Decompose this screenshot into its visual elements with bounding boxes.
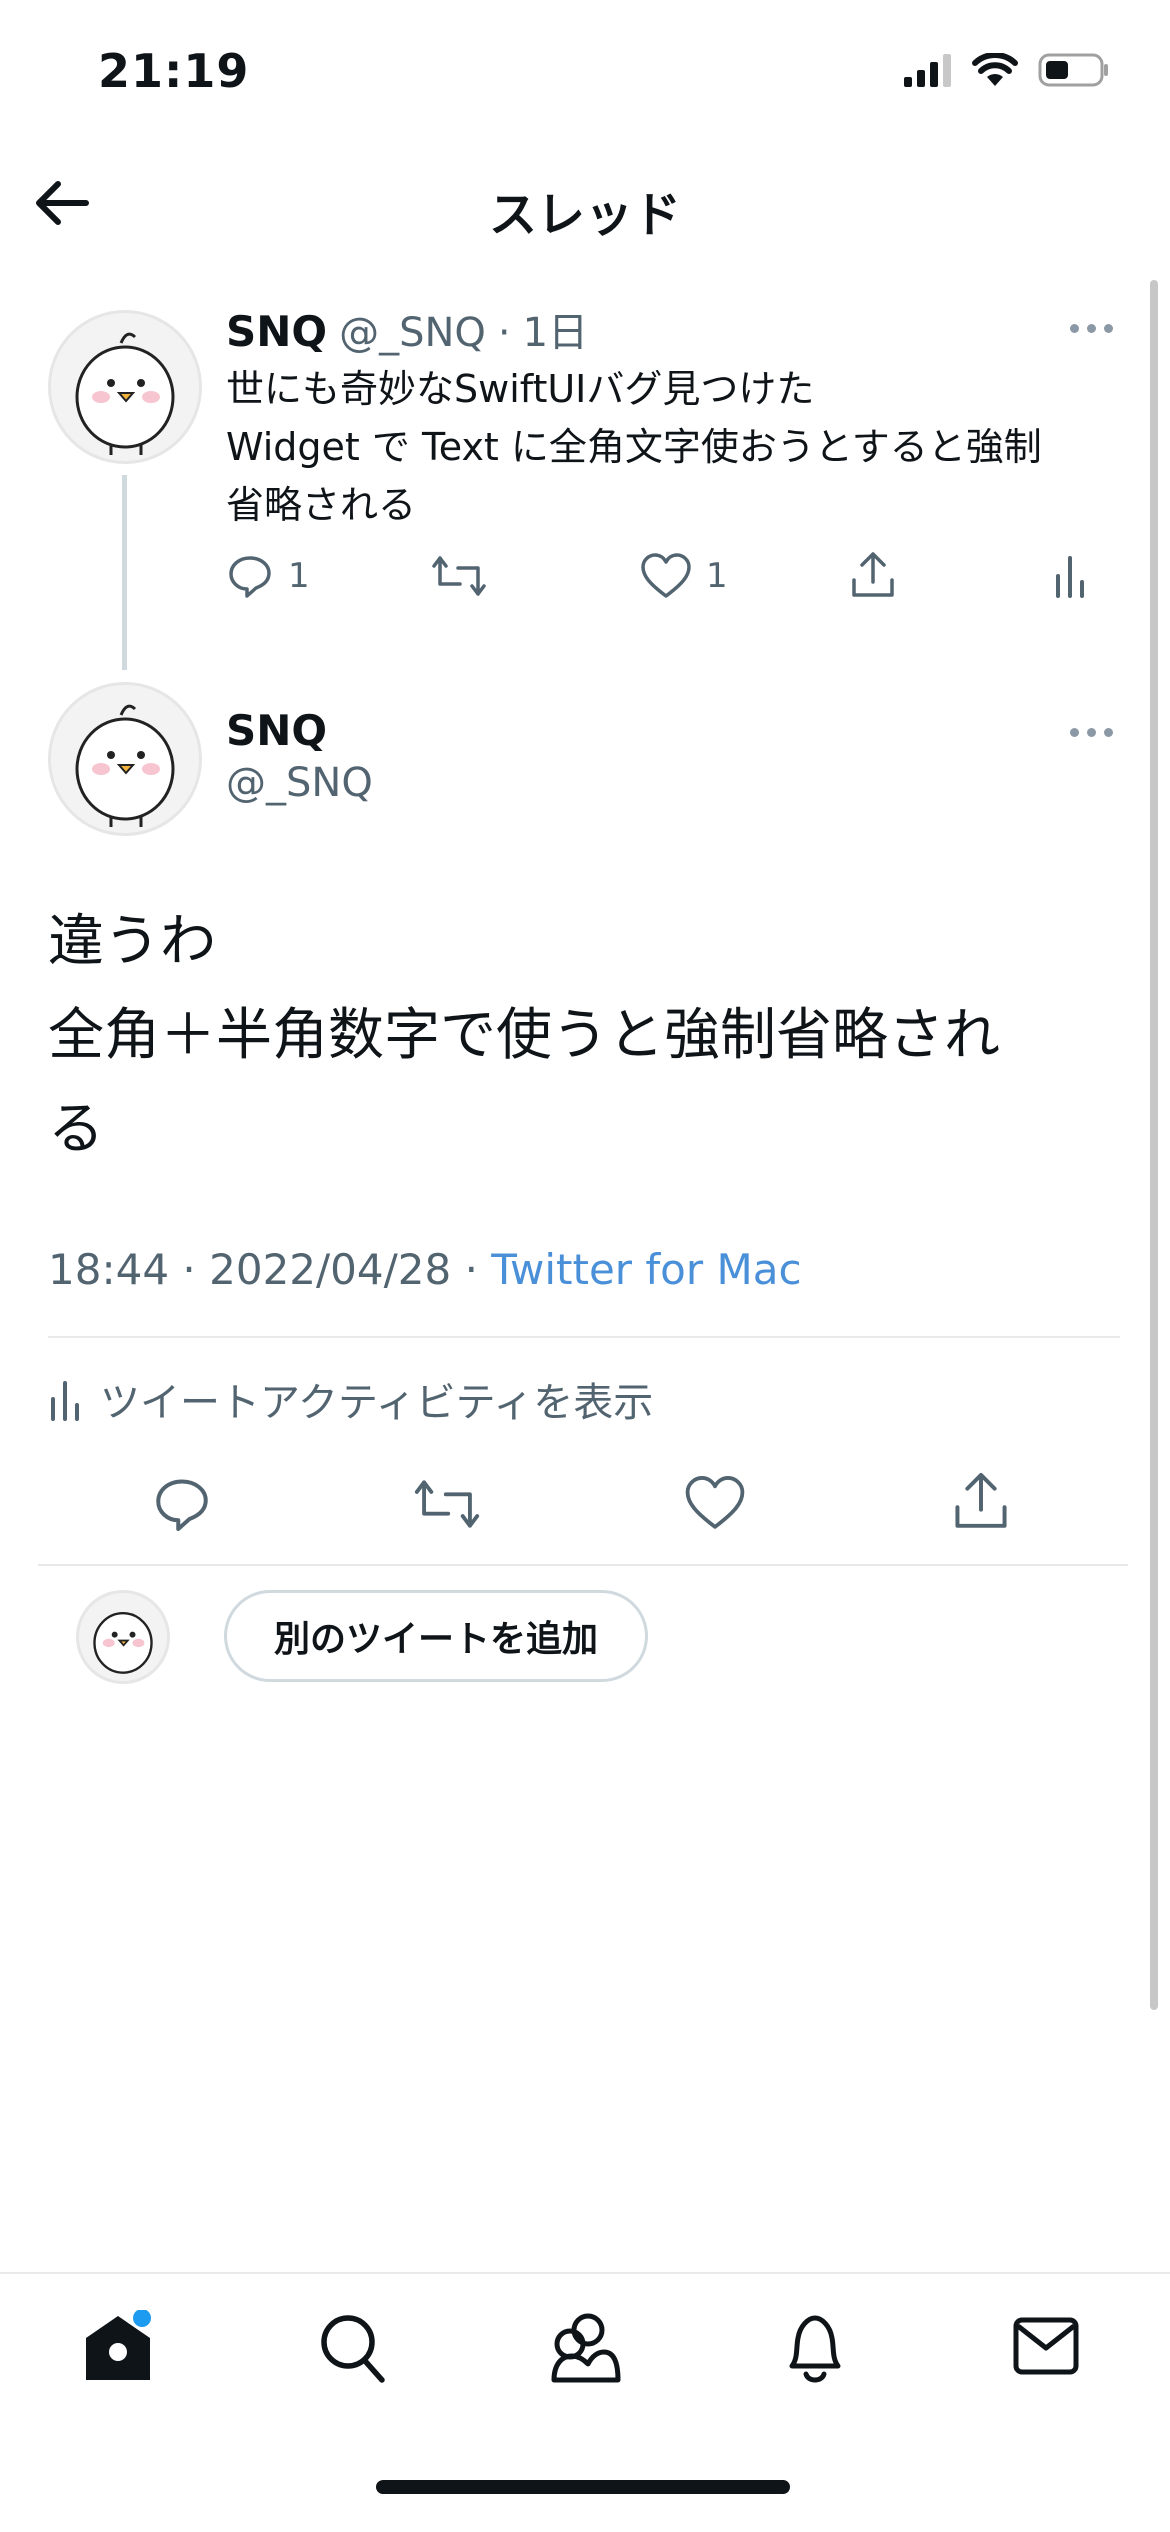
chick-avatar-icon <box>75 704 175 827</box>
communities-icon <box>551 2313 621 2383</box>
tab-notifications[interactable] <box>782 2310 848 2390</box>
tweet-activity-label: ツイートアクティビティを表示 <box>100 1380 654 1426</box>
more-options-icon[interactable] <box>1070 728 1113 737</box>
tweet-text[interactable]: 世にも奇妙なSwiftUIバグ見つけた Widget で Text に全角文字使… <box>226 360 1136 534</box>
handle[interactable]: @_SNQ <box>226 760 373 806</box>
my-avatar[interactable] <box>76 1590 170 1684</box>
chick-avatar-icon <box>93 1612 153 1674</box>
like-count: 1 <box>706 556 728 596</box>
tab-bar-divider <box>0 2272 1170 2274</box>
heart-icon[interactable] <box>684 1474 746 1532</box>
tweet-line: 違うわ <box>48 909 216 974</box>
retweet-button[interactable] <box>430 552 488 600</box>
notifications-icon <box>789 2315 841 2383</box>
page-title: スレッド <box>488 187 681 243</box>
analytics-button[interactable] <box>1052 552 1088 600</box>
display-name[interactable]: SNQ <box>226 706 327 755</box>
retweet-icon[interactable] <box>412 1474 482 1534</box>
reply-icon[interactable] <box>152 1474 212 1534</box>
tweet-activity-link[interactable]: ツイートアクティビティを表示 <box>48 1370 653 1428</box>
reply-count: 1 <box>288 556 310 596</box>
separator: · <box>497 310 511 356</box>
status-time: 21:19 <box>98 44 250 98</box>
wifi-icon <box>972 53 1018 86</box>
heart-icon <box>641 553 691 598</box>
signal-icon <box>904 54 951 87</box>
client-link[interactable]: Twitter for Mac <box>491 1245 801 1294</box>
divider <box>38 1564 1128 1566</box>
analytics-icon <box>51 1381 79 1421</box>
display-name[interactable]: SNQ <box>226 307 327 356</box>
home-icon <box>86 2309 151 2380</box>
tweet-text[interactable]: 違うわ 全角＋半角数字で使うと強制省略され る <box>48 895 1128 1177</box>
share-icon[interactable] <box>950 1470 1012 1532</box>
tab-home[interactable] <box>78 2309 158 2386</box>
search-icon <box>321 2315 385 2383</box>
home-indicator[interactable] <box>376 2480 790 2494</box>
tweet-age: 1日 <box>522 310 589 356</box>
tweet-date: 2022/04/28 <box>209 1245 452 1294</box>
divider <box>48 1336 1120 1338</box>
reply-icon <box>229 556 271 598</box>
analytics-icon <box>1056 556 1084 598</box>
retweet-icon <box>432 556 486 596</box>
avatar[interactable] <box>48 682 202 836</box>
tweet-line: 全角＋半角数字で使うと強制省略され <box>48 1003 1000 1068</box>
tab-search[interactable] <box>318 2310 388 2388</box>
handle[interactable]: @_SNQ <box>339 310 486 356</box>
tweet-line: 省略される <box>226 483 417 527</box>
tweet-line: 世にも奇妙なSwiftUIバグ見つけた <box>226 367 815 411</box>
messages-icon <box>1013 2317 1079 2375</box>
like-button[interactable]: 1 <box>640 552 728 600</box>
tab-communities[interactable] <box>548 2308 622 2388</box>
add-tweet-button[interactable]: 別のツイートを追加 <box>224 1590 648 1682</box>
avatar[interactable] <box>48 310 202 464</box>
notification-dot <box>133 2309 151 2327</box>
scrollbar[interactable] <box>1150 280 1158 2010</box>
tweet-time: 18:44 <box>48 1245 170 1294</box>
tweet-line: る <box>48 1097 104 1162</box>
separator: · <box>464 1245 478 1294</box>
thread-line <box>122 475 127 670</box>
reply-button[interactable]: 1 <box>226 552 310 600</box>
separator: · <box>182 1245 196 1294</box>
tab-messages[interactable] <box>1012 2316 1080 2380</box>
status-icons <box>904 52 1110 88</box>
tweet-header: SNQ @_SNQ · 1日 <box>226 300 588 358</box>
share-icon <box>852 552 894 597</box>
battery-icon <box>1038 53 1108 87</box>
more-options-icon[interactable] <box>1070 324 1113 333</box>
tweet-line: Widget で Text に全角文字使おうとすると強制 <box>226 425 1042 469</box>
tweet-metadata: 18:44 · 2022/04/28 · Twitter for Mac <box>48 1245 802 1294</box>
chick-avatar-icon <box>75 332 175 455</box>
share-button[interactable] <box>848 550 898 600</box>
